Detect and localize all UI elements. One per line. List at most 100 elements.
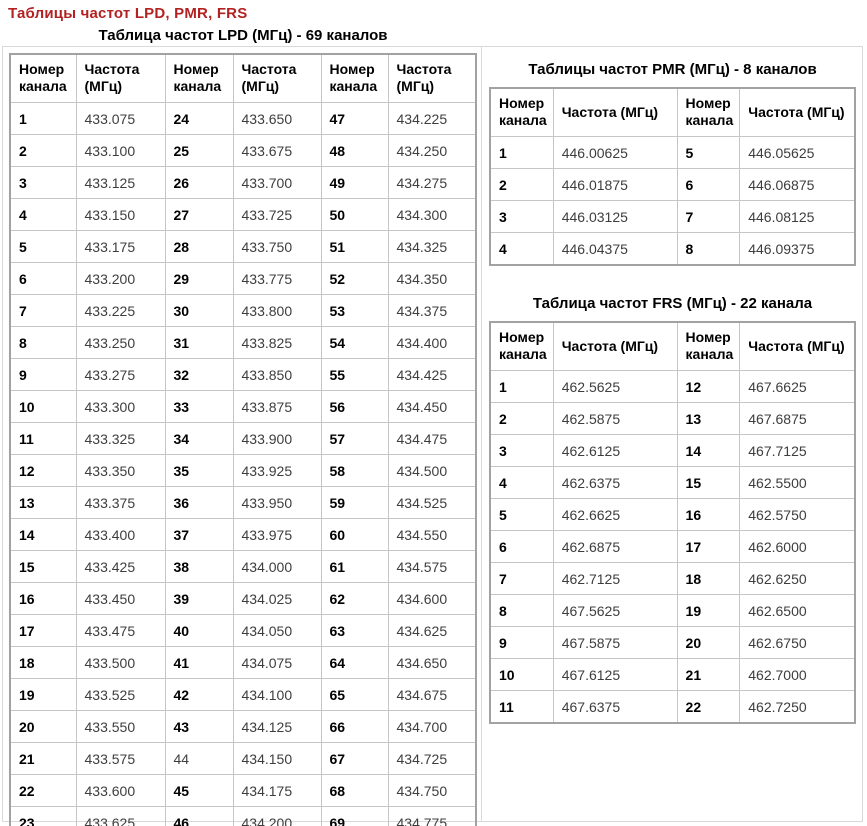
frequency-cell: 433.750	[232, 230, 322, 263]
channel-cell: 7	[489, 562, 554, 595]
frequency-cell: 462.6000	[739, 530, 856, 563]
frequency-cell: 434.675	[387, 678, 477, 711]
channel-cell: 8	[9, 326, 77, 359]
frequency-cell: 433.625	[75, 806, 166, 826]
frequency-cell: 467.6625	[739, 370, 856, 403]
frequency-cell: 467.5875	[552, 626, 678, 659]
frequency-cell: 434.600	[387, 582, 477, 615]
frequency-cell: 434.200	[232, 806, 322, 826]
frequency-column-header: Частота (МГц)	[552, 321, 678, 371]
frequency-cell: 462.6625	[552, 498, 678, 531]
channel-cell: 15	[9, 550, 77, 583]
frequency-cell: 433.275	[75, 358, 166, 391]
channel-cell: 4	[489, 466, 554, 499]
frequency-cell: 434.625	[387, 614, 477, 647]
frequency-cell: 433.475	[75, 614, 166, 647]
channel-cell: 11	[9, 422, 77, 455]
table-row: 9 467.5875 20 462.6750	[489, 626, 856, 659]
content-box: Номер канала Частота (МГц) Номер канала Час…	[2, 46, 863, 826]
channel-cell: 21	[9, 742, 77, 775]
channel-cell: 10	[9, 390, 77, 423]
channel-cell: 2	[489, 402, 554, 435]
frequency-cell: 446.05625	[739, 136, 856, 169]
channel-cell: 23	[9, 806, 77, 826]
table-row: 5 462.6625 16 462.5750	[489, 498, 856, 531]
frequency-cell: 446.09375	[739, 232, 856, 266]
channel-cell: 48	[320, 134, 389, 167]
channel-cell: 16	[9, 582, 77, 615]
header-row: Номер канала Частота (МГц) Номер канала Час…	[9, 53, 477, 103]
frequency-cell: 433.325	[75, 422, 166, 455]
channel-column-header: Номер канала	[489, 87, 554, 137]
table-row: 23 433.625 46 434.200 69 434.775	[9, 806, 477, 826]
frequency-cell: 433.775	[232, 262, 322, 295]
frequency-cell: 433.150	[75, 198, 166, 231]
table-row: 7 462.7125 18 462.6250	[489, 562, 856, 595]
frequency-cell: 433.975	[232, 518, 322, 551]
frequency-cell: 462.5750	[739, 498, 856, 531]
table-row: 1 433.075 24 433.650 47 434.225	[9, 102, 477, 135]
frequency-cell: 434.475	[387, 422, 477, 455]
frequency-cell: 467.6375	[552, 690, 678, 724]
frequency-cell: 434.725	[387, 742, 477, 775]
frequency-cell: 434.525	[387, 486, 477, 519]
channel-cell: 19	[676, 594, 741, 627]
frequency-cell: 433.675	[232, 134, 322, 167]
lpd-table: Номер канала Частота (МГц) Номер канала Час…	[9, 53, 477, 826]
frequency-cell: 467.5625	[552, 594, 678, 627]
frequency-cell: 434.550	[387, 518, 477, 551]
frequency-cell: 433.575	[75, 742, 166, 775]
channel-cell: 22	[9, 774, 77, 807]
channel-cell: 37	[164, 518, 234, 551]
frs-table: Номер канала Частота (МГц) Номер канала Час…	[489, 321, 856, 724]
table-row: 5 433.175 28 433.750 51 434.325	[9, 230, 477, 263]
channel-cell: 4	[489, 232, 554, 266]
channel-cell: 1	[489, 136, 554, 169]
channel-cell: 39	[164, 582, 234, 615]
pmr-table-caption: Таблицы частот PMR (МГц) - 8 каналов	[528, 61, 817, 78]
table-row: 6 433.200 29 433.775 52 434.350	[9, 262, 477, 295]
channel-cell: 34	[164, 422, 234, 455]
frequency-cell: 434.650	[387, 646, 477, 679]
frequency-cell: 434.250	[387, 134, 477, 167]
frequency-column-header: Частота (МГц)	[552, 87, 678, 137]
channel-cell: 45	[164, 774, 234, 807]
table-row: 7 433.225 30 433.800 53 434.375	[9, 294, 477, 327]
frequency-cell: 433.925	[232, 454, 322, 487]
channel-cell: 12	[676, 370, 741, 403]
table-row: 4 446.04375 8 446.09375	[489, 232, 856, 266]
frequency-cell: 433.825	[232, 326, 322, 359]
channel-cell: 5	[676, 136, 741, 169]
frequency-cell: 433.600	[75, 774, 166, 807]
pmr-frs-section: Таблицы частот PMR (МГц) - 8 каналов Ном…	[482, 47, 862, 821]
channel-cell: 33	[164, 390, 234, 423]
frequency-cell: 446.06875	[739, 168, 856, 201]
channel-cell: 38	[164, 550, 234, 583]
channel-column-header: Номер канала	[164, 53, 234, 103]
channel-cell: 66	[320, 710, 389, 743]
channel-cell: 21	[676, 658, 741, 691]
channel-cell: 20	[676, 626, 741, 659]
lpd-section: Номер канала Частота (МГц) Номер канала Час…	[3, 47, 482, 826]
frequency-cell: 434.275	[387, 166, 477, 199]
channel-cell: 8	[676, 232, 741, 266]
frequency-cell: 434.400	[387, 326, 477, 359]
table-row: 12 433.350 35 433.925 58 434.500	[9, 454, 477, 487]
table-row: 8 467.5625 19 462.6500	[489, 594, 856, 627]
channel-cell: 63	[320, 614, 389, 647]
channel-cell: 43	[164, 710, 234, 743]
channel-column-header: Номер канала	[9, 53, 77, 103]
frequency-cell: 433.400	[75, 518, 166, 551]
channel-cell: 50	[320, 198, 389, 231]
channel-column-header: Номер канала	[676, 87, 741, 137]
frequency-cell: 434.575	[387, 550, 477, 583]
channel-cell: 26	[164, 166, 234, 199]
channel-cell: 32	[164, 358, 234, 391]
channel-cell: 31	[164, 326, 234, 359]
channel-cell: 54	[320, 326, 389, 359]
frequency-cell: 433.375	[75, 486, 166, 519]
channel-cell: 7	[9, 294, 77, 327]
channel-cell: 6	[676, 168, 741, 201]
channel-cell: 15	[676, 466, 741, 499]
table-row: 2 433.100 25 433.675 48 434.250	[9, 134, 477, 167]
